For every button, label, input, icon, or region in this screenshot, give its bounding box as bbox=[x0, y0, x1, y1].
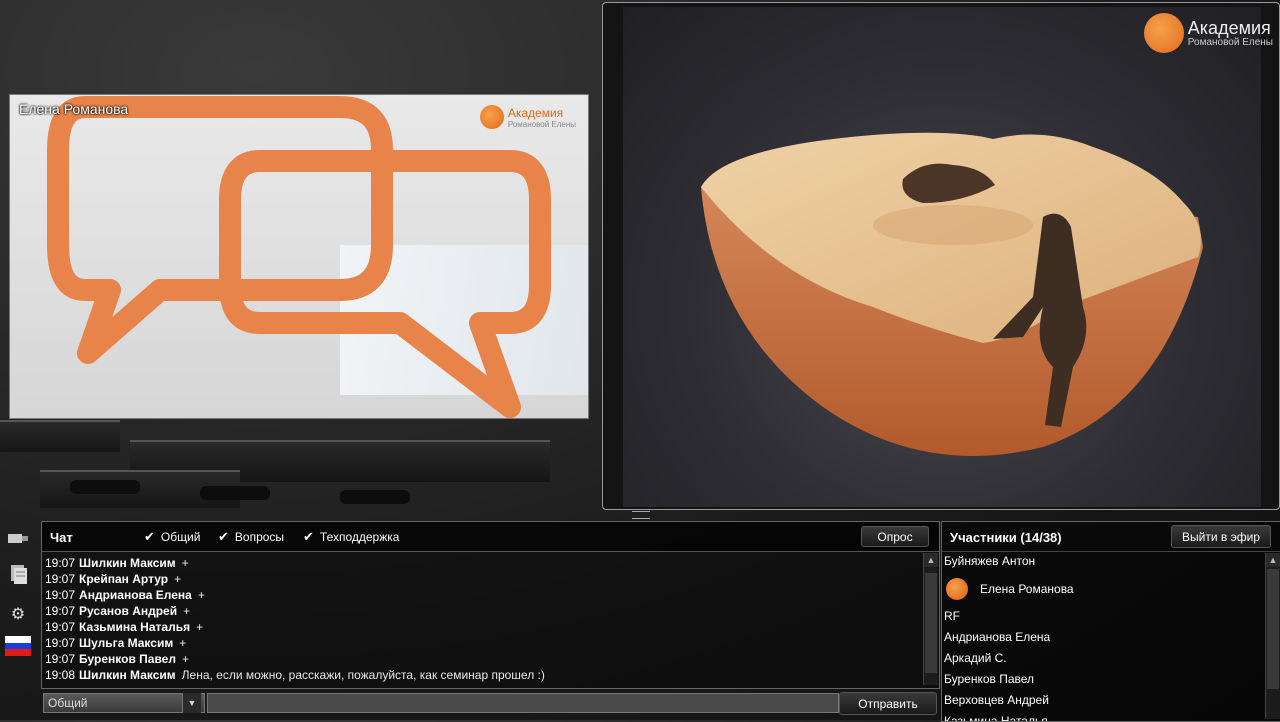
academy-logo-large: Академия Романовой Елены bbox=[1143, 13, 1273, 53]
message-time: 19:07 bbox=[45, 652, 76, 666]
chat-bubbles-icon bbox=[47, 96, 551, 418]
scroll-up-icon[interactable]: ▲ bbox=[1266, 553, 1280, 567]
message-author[interactable]: Андрианова Елена bbox=[79, 588, 192, 602]
panel-splitter[interactable] bbox=[632, 511, 650, 519]
left-toolbar: ⚙ bbox=[0, 522, 40, 720]
participants-list: Буйняжев Антон Елена Романова RF Андриан… bbox=[942, 551, 1264, 721]
message-time: 19:07 bbox=[45, 604, 76, 618]
message-text: + bbox=[196, 620, 204, 634]
chat-message: 19:07 Андрианова Елена + bbox=[42, 587, 922, 603]
chair bbox=[70, 480, 140, 494]
message-author[interactable]: Крейпан Артур bbox=[79, 572, 168, 586]
desk bbox=[0, 420, 120, 452]
chat-message: 19:07 Казьмина Наталья + bbox=[42, 619, 922, 635]
participant-name: Елена Романова bbox=[980, 582, 1074, 596]
presenter-video: Елена Романова Академия Романовой Елены bbox=[9, 94, 589, 419]
message-time: 19:07 bbox=[45, 588, 76, 602]
message-text: + bbox=[197, 588, 205, 602]
presenter-name: Елена Романова bbox=[19, 101, 129, 117]
filter-tech-support[interactable]: ✔ Техподдержка bbox=[303, 529, 399, 545]
message-text: Лена, если можно, расскажи, пожалуйста, … bbox=[181, 668, 545, 682]
message-author[interactable]: Шилкин Максим bbox=[79, 556, 176, 570]
chat-scrollbar[interactable]: ▲ bbox=[923, 553, 938, 685]
message-text: + bbox=[179, 636, 187, 650]
participant-item[interactable]: Аркадий С. bbox=[942, 648, 1264, 669]
participant-item[interactable]: RF bbox=[942, 606, 1264, 627]
message-time: 19:07 bbox=[45, 636, 76, 650]
message-text: + bbox=[181, 652, 189, 666]
chat-panel: Чат ✔ Общий ✔ Вопросы ✔ Техподдержка Опр… bbox=[41, 521, 940, 689]
message-time: 19:07 bbox=[45, 572, 76, 586]
chair bbox=[340, 490, 410, 504]
chat-messages: 19:07 Шилкин Максим + 19:07 Крейпан Артур + … bbox=[42, 552, 922, 689]
scroll-thumb[interactable] bbox=[925, 573, 937, 673]
filter-label: Вопросы bbox=[234, 530, 285, 544]
message-author[interactable]: Шульга Максим bbox=[79, 636, 173, 650]
message-time: 19:08 bbox=[45, 668, 76, 682]
logo-subtitle: Романовой Елены bbox=[1187, 36, 1273, 48]
poll-button[interactable]: Опрос bbox=[861, 526, 929, 547]
message-text: + bbox=[183, 604, 191, 618]
chat-message: 19:08 Шилкин Максим Лена, если можно, расс… bbox=[42, 667, 922, 683]
academy-logo-icon bbox=[1143, 13, 1184, 53]
message-author[interactable]: Русанов Андрей bbox=[79, 604, 177, 618]
participant-item[interactable]: Андрианова Елена bbox=[942, 627, 1264, 648]
participant-item[interactable]: Буренков Павел bbox=[942, 669, 1264, 690]
message-time: 19:07 bbox=[45, 556, 76, 570]
message-time: 19:07 bbox=[45, 620, 76, 634]
chat-message: 19:07 Русанов Андрей + bbox=[42, 603, 922, 619]
message-author[interactable]: Казьмина Наталья bbox=[79, 620, 190, 634]
go-live-button[interactable]: Выйти в эфир bbox=[1171, 525, 1271, 548]
camera-icon[interactable] bbox=[4, 526, 32, 550]
presenter-avatar-icon bbox=[946, 578, 968, 600]
filter-label: Техподдержка bbox=[319, 530, 400, 544]
logo-title: Академия bbox=[1187, 17, 1271, 38]
scroll-thumb[interactable] bbox=[1267, 569, 1279, 689]
presentation-slide: Академия Романовой Елены bbox=[602, 2, 1280, 510]
logo-title: Академия bbox=[507, 105, 564, 120]
chat-message: 19:07 Шилкин Максим + bbox=[42, 555, 922, 571]
channel-select[interactable]: Общий bbox=[43, 693, 205, 713]
chat-header: Чат ✔ Общий ✔ Вопросы ✔ Техподдержка Опр… bbox=[42, 522, 939, 552]
russian-flag-icon[interactable] bbox=[4, 634, 32, 658]
checkmark-icon: ✔ bbox=[218, 529, 229, 544]
chat-message: 19:07 Крейпан Артур + bbox=[42, 571, 922, 587]
logo-subtitle: Романовой Елены bbox=[507, 119, 576, 129]
filter-general[interactable]: ✔ Общий bbox=[144, 529, 200, 545]
documents-icon[interactable] bbox=[4, 562, 32, 586]
participant-item[interactable]: Буйняжев Антон bbox=[942, 551, 1264, 572]
scroll-up-icon[interactable]: ▲ bbox=[924, 553, 938, 567]
apple-sculpture-image bbox=[701, 132, 1203, 456]
checkmark-icon: ✔ bbox=[303, 529, 314, 544]
chat-input-row: Общий ▼ Отправить bbox=[41, 690, 938, 716]
chair bbox=[200, 486, 270, 500]
message-input[interactable] bbox=[207, 693, 839, 713]
filter-questions[interactable]: ✔ Вопросы bbox=[218, 529, 284, 545]
send-button[interactable]: Отправить bbox=[839, 692, 937, 715]
participant-item[interactable]: Верховцев Андрей bbox=[942, 690, 1264, 711]
participant-item-host[interactable]: Елена Романова bbox=[942, 572, 1264, 606]
message-text: + bbox=[174, 572, 182, 586]
participant-item[interactable]: Казьмина Наталья bbox=[942, 711, 1264, 721]
message-text: + bbox=[181, 556, 189, 570]
message-author[interactable]: Шилкин Максим bbox=[79, 668, 176, 682]
participants-scrollbar[interactable]: ▲ bbox=[1265, 553, 1280, 719]
participants-title: Участники (14/38) bbox=[950, 530, 1062, 545]
participants-header: Участники (14/38) Выйти в эфир bbox=[942, 522, 1280, 552]
academy-logo-icon bbox=[479, 105, 504, 129]
message-author[interactable]: Буренков Павел bbox=[79, 652, 176, 666]
academy-logo: Академия Романовой Елены bbox=[479, 105, 576, 129]
chat-title: Чат bbox=[50, 530, 73, 545]
chat-message: 19:07 Буренков Павел + bbox=[42, 651, 922, 667]
slide-image bbox=[623, 7, 1261, 507]
filter-label: Общий bbox=[160, 530, 201, 544]
checkmark-icon: ✔ bbox=[144, 529, 155, 544]
chat-message: 19:07 Шульга Максим + bbox=[42, 635, 922, 651]
settings-gear-icon[interactable]: ⚙ bbox=[4, 602, 32, 626]
participants-panel: Участники (14/38) Выйти в эфир Буйняжев … bbox=[941, 521, 1280, 722]
chevron-down-icon[interactable]: ▼ bbox=[182, 693, 201, 713]
